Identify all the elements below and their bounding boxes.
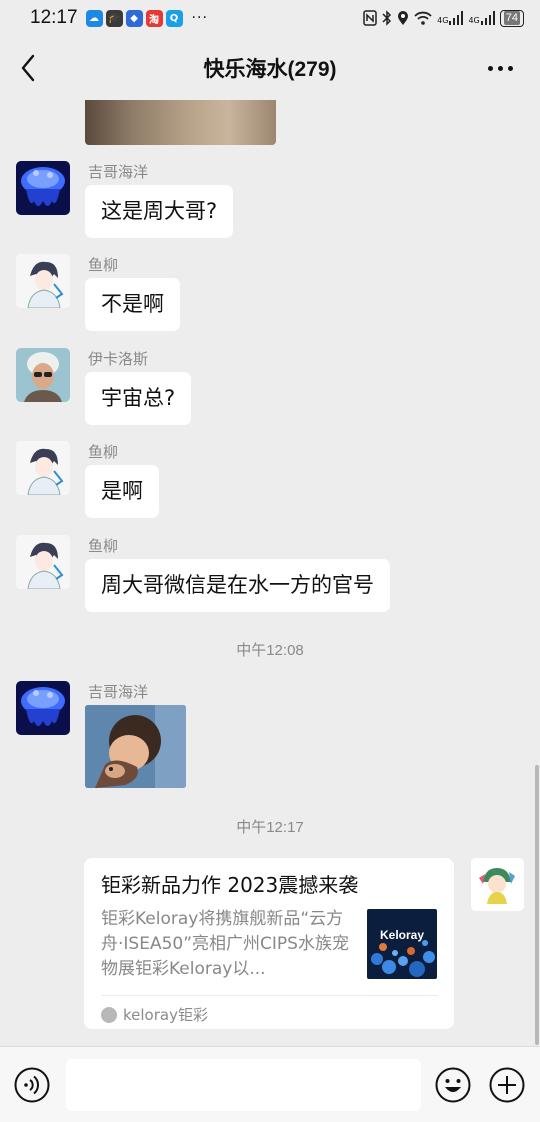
cloud-app-icon: ☁	[85, 9, 103, 27]
message-input[interactable]	[66, 1059, 421, 1111]
shield-app-icon: ◆	[125, 9, 143, 27]
card-description: 钜彩Keloray将携旗舰新品“云方舟·ISEA50”亮相广州CIPS水族宠物展…	[101, 909, 349, 979]
coral-thumbnail-image: Keloray	[367, 909, 437, 979]
sender-name: 伊卡洛斯	[88, 350, 149, 368]
chevron-left-icon	[21, 54, 35, 82]
back-button[interactable]	[14, 52, 42, 84]
smiley-icon	[435, 1067, 471, 1103]
status-bar: 12:17 ☁ 🎓 ◆ 淘 Q ··· 4G 4G 74	[0, 0, 540, 36]
message-timestamp: 中午12:08	[236, 642, 304, 659]
sunglasses-person-avatar-image	[16, 348, 70, 402]
anime-character-avatar-image	[16, 254, 70, 308]
message-bubble[interactable]: 宇宙总?	[85, 372, 192, 425]
card-title: 钜彩新品力作 2023震撼来袭	[101, 873, 359, 897]
anime-character-avatar-image	[16, 535, 70, 589]
graduation-app-icon: 🎓	[105, 9, 123, 27]
signal-icon-2: 4G	[468, 11, 495, 25]
jellyfish-avatar-image	[16, 161, 70, 215]
emoji-button[interactable]	[435, 1067, 471, 1103]
message-bubble[interactable]: 这是周大哥?	[85, 185, 234, 238]
more-functions-button[interactable]	[489, 1067, 525, 1103]
sender-name: 吉哥海洋	[88, 163, 149, 181]
bluetooth-icon	[382, 10, 392, 26]
source-logo-icon	[101, 1006, 117, 1023]
sender-name: 鱼柳	[88, 537, 119, 555]
chat-header: 快乐海水(279)	[0, 36, 540, 100]
signal-icon-1: 4G	[437, 11, 464, 25]
more-dot-icon	[507, 65, 513, 71]
input-bar	[0, 1046, 540, 1122]
more-options-button[interactable]	[482, 54, 518, 82]
taobao-app-icon: 淘	[145, 9, 163, 27]
avatar[interactable]	[16, 254, 70, 308]
avatar[interactable]	[16, 535, 70, 589]
avatar[interactable]	[16, 161, 70, 215]
message-bubble[interactable]: 周大哥微信是在水一方的官号	[85, 559, 390, 612]
sender-name: 吉哥海洋	[88, 683, 149, 701]
plus-icon	[489, 1067, 525, 1103]
thumbnail-logo-text: Keloray	[380, 928, 424, 942]
card-thumbnail: Keloray	[367, 909, 437, 979]
jellyfish-avatar-image	[16, 681, 70, 735]
location-icon	[398, 11, 409, 25]
link-card-message[interactable]: 钜彩新品力作 2023震撼来袭 钜彩Keloray将携旗舰新品“云方舟·ISEA…	[84, 858, 454, 1029]
wifi-icon	[414, 11, 432, 25]
more-dot-icon	[497, 65, 503, 71]
chat-messages[interactable]: 吉哥海洋 这是周大哥? 鱼柳 不是啊 伊卡洛斯 宇宙总? 鱼柳 是啊 鱼柳 周大…	[0, 100, 540, 1046]
voice-icon	[14, 1067, 50, 1103]
image-message[interactable]	[85, 705, 186, 788]
message-bubble[interactable]: 是啊	[85, 465, 159, 518]
voice-input-button[interactable]	[14, 1067, 50, 1103]
child-photo-image	[85, 705, 186, 788]
sender-name: 鱼柳	[88, 443, 119, 461]
system-status-icons: 4G 4G 74	[363, 9, 524, 27]
search-app-icon: Q	[165, 9, 183, 27]
nfc-icon	[363, 10, 377, 26]
more-dot-icon	[487, 65, 493, 71]
card-source: keloray钜彩	[123, 1006, 208, 1024]
previous-image-message[interactable]	[85, 100, 276, 145]
self-avatar[interactable]	[471, 858, 524, 911]
scrollbar[interactable]	[535, 765, 539, 1045]
card-body: 钜彩Keloray将携旗舰新品“云方舟·ISEA50”亮相广州CIPS水族宠物展…	[101, 907, 438, 982]
message-timestamp: 中午12:17	[236, 819, 304, 836]
cartoon-character-avatar-image	[471, 858, 524, 911]
battery-icon: 74	[499, 9, 524, 27]
avatar[interactable]	[16, 681, 70, 735]
avatar[interactable]	[16, 441, 70, 495]
anime-character-avatar-image	[16, 441, 70, 495]
more-notifications-icon: ···	[191, 10, 208, 26]
card-footer: keloray钜彩	[101, 995, 438, 1025]
notification-icons: ☁ 🎓 ◆ 淘 Q ···	[85, 9, 208, 27]
sender-name: 鱼柳	[88, 256, 119, 274]
chat-title: 快乐海水(279)	[203, 58, 337, 81]
message-bubble[interactable]: 不是啊	[85, 278, 180, 331]
avatar[interactable]	[16, 348, 70, 402]
status-time: 12:17	[30, 7, 78, 28]
